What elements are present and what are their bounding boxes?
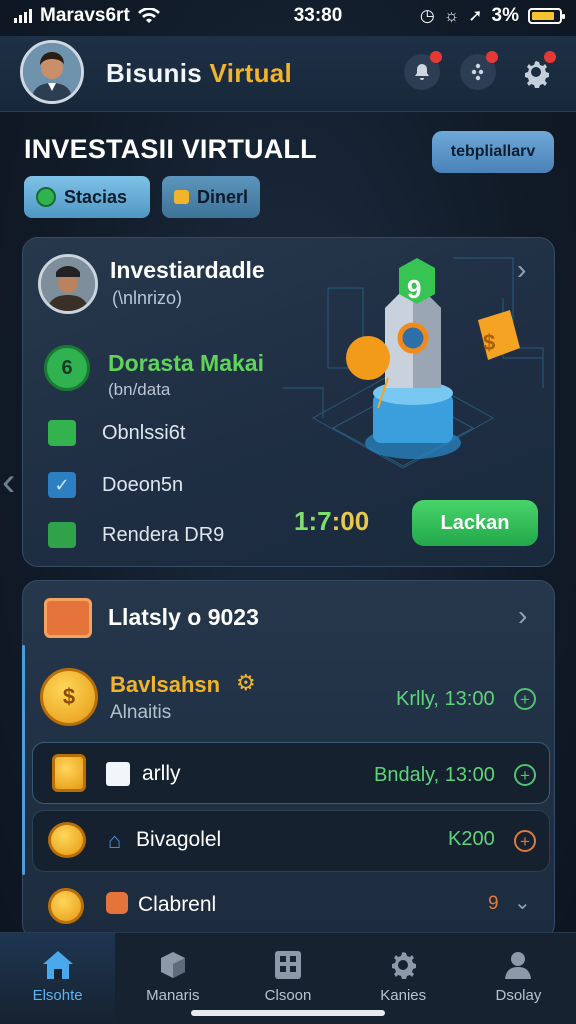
list-item-title: Clabrenl [138, 893, 217, 916]
chip-label: Dinerl [196, 186, 248, 207]
plus-icon[interactable]: + [514, 688, 536, 710]
list-title: Llatsly o 9023 [108, 604, 259, 630]
location-icon: ➚ [468, 6, 483, 25]
status-time: 33:80 [293, 5, 343, 26]
app-title-main: Bisunis [106, 58, 210, 88]
svg-text:$: $ [483, 330, 495, 355]
tag-icon [106, 892, 128, 914]
list-item-title: Bavlsahsn [110, 672, 221, 697]
settings-dot [544, 51, 556, 63]
chat-icon[interactable] [460, 51, 498, 90]
card-row-label: Rendera DR9 [102, 523, 225, 546]
list-item-amount: 9 [488, 893, 499, 914]
list-item-title: Bivagolel [136, 828, 222, 851]
coin-stack-icon [48, 822, 86, 858]
signal-icon [14, 9, 32, 23]
app-title-accent: Virtual [209, 58, 293, 88]
page-title: INVESTASII VIRTUALL [24, 134, 317, 164]
dnd-icon: ☼ [443, 6, 460, 25]
house-icon: ⌂ [108, 828, 122, 853]
coin-icon [48, 888, 84, 924]
timer-part-a: 1:7 [294, 506, 332, 536]
list-item-amount: K200 [448, 828, 495, 850]
nav-dsolay[interactable]: Dsolay [461, 933, 576, 1024]
carrier-name: Maravs6rt [40, 5, 130, 26]
user-icon [505, 952, 532, 979]
chevron-right-icon[interactable]: › [518, 600, 527, 632]
chevron-left-icon[interactable]: ‹ [2, 460, 15, 505]
badge-subtitle: (bn/data [108, 380, 171, 399]
chip-stacias[interactable]: Stacias [24, 176, 150, 218]
list-item-amount: Bndaly, 13:00 [374, 764, 495, 786]
status-bar: Maravs6rt 33:80 ◷ ☼ ➚ 3% [0, 0, 576, 32]
nav-home[interactable]: Elsohte [0, 933, 116, 1024]
badge-glyph: 6 [61, 356, 73, 379]
money-icon [48, 522, 76, 548]
card-row-3[interactable]: Rendera DR9 [48, 522, 224, 548]
card-row-label: Obnlssi6t [102, 421, 186, 444]
notification-dot [430, 51, 442, 63]
timer: 1:7:00 [294, 506, 369, 537]
status-left: Maravs6rt [14, 5, 214, 27]
home-icon [42, 951, 73, 979]
wifi-icon [137, 8, 160, 23]
plus-icon[interactable]: + [514, 764, 536, 786]
plus-icon[interactable]: + [514, 830, 536, 852]
chat-dot [486, 51, 498, 63]
sun-icon: ⚙ [236, 670, 256, 695]
card-row-2[interactable]: ✓ Doeon5n [48, 472, 183, 498]
nav-label: Kanies [380, 987, 427, 1004]
card-row-label: Doeon5n [102, 473, 184, 496]
alarm-icon: ◷ [419, 6, 435, 25]
badge-icon: 6 [44, 345, 90, 391]
card-row-1[interactable]: Obnlssi6t [48, 420, 185, 446]
battery-icon [528, 8, 565, 24]
gear-icon[interactable] [518, 51, 556, 90]
chevron-down-icon[interactable]: ⌄ [514, 890, 531, 915]
coin-icon: $ [40, 668, 98, 726]
card-avatar [38, 254, 98, 314]
list-accent [22, 645, 25, 875]
action-button[interactable]: tebpliallarv [432, 131, 554, 173]
wallet-icon [174, 190, 189, 204]
bell-icon[interactable] [404, 51, 442, 90]
timer-part-b: :00 [331, 506, 370, 536]
status-right: ◷ ☼ ➚ 3% [392, 5, 565, 27]
flag-icon [106, 762, 130, 786]
cube-icon [48, 420, 76, 446]
nav-label: Clsoon [264, 987, 312, 1004]
chip-dinerl[interactable]: Dinerl [162, 176, 260, 218]
nav-label: Manaris [146, 987, 200, 1004]
cube-icon [160, 952, 185, 978]
list-item-amount: Krlly, 13:00 [396, 688, 495, 710]
gear-icon [392, 952, 417, 979]
list-item-subtitle: Alnaitis [110, 702, 172, 723]
lackan-button[interactable]: Lackan [412, 500, 538, 546]
home-indicator[interactable] [191, 1010, 385, 1016]
card-subtitle: (\nlnrizo) [112, 288, 183, 308]
app-title: Bisunis Virtual [106, 58, 292, 89]
chip-label: Stacias [64, 186, 128, 207]
ticket-icon [44, 598, 92, 638]
list-item-title: arlly [142, 762, 181, 785]
avatar[interactable] [20, 40, 84, 104]
battery-text: 3% [491, 5, 519, 26]
chevron-right-icon[interactable]: › [517, 254, 526, 286]
check-icon: ✓ [48, 472, 76, 498]
badge-title: Dorasta Makai [108, 350, 264, 376]
grid-icon [275, 951, 301, 979]
gift-icon [52, 754, 86, 792]
nav-label: Dsolay [495, 987, 542, 1004]
nav-label: Elsohte [32, 987, 83, 1004]
coin-icon [36, 187, 56, 207]
rocket-label: 9 [407, 274, 421, 304]
card-title: Investiardadle [110, 257, 265, 283]
